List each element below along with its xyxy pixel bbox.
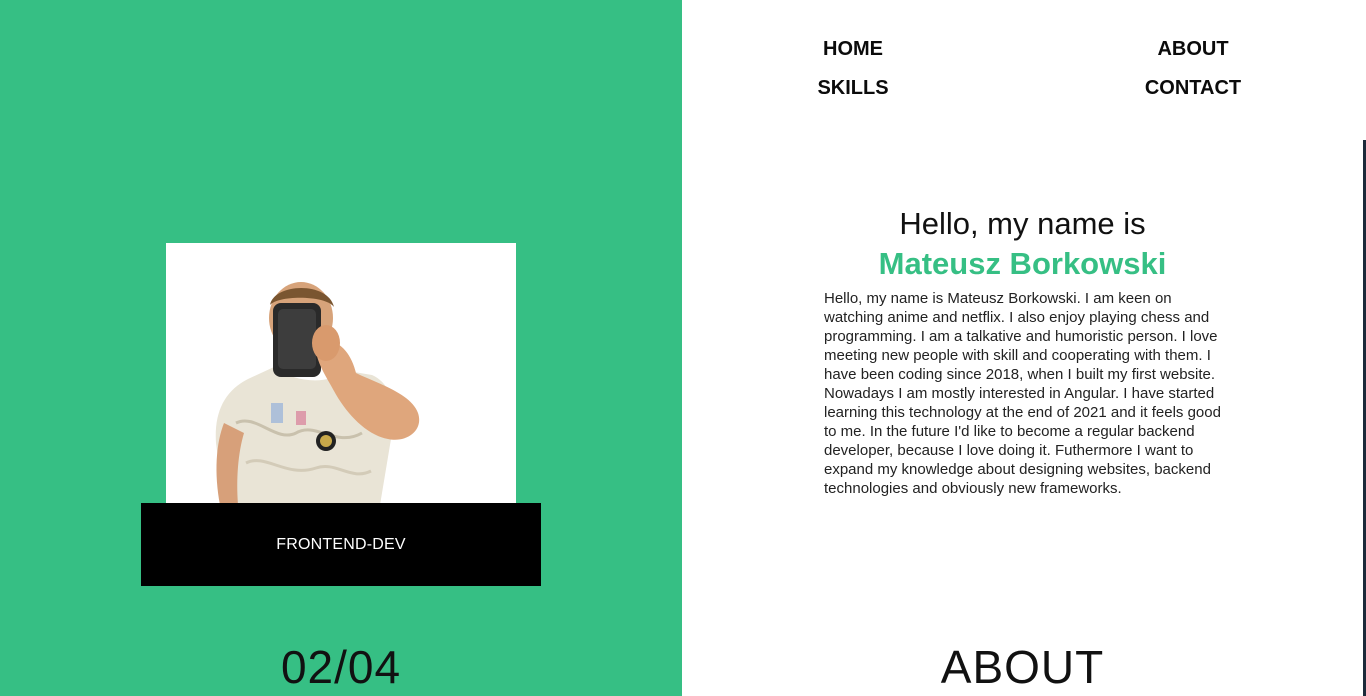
greeting-heading: Hello, my name is <box>899 206 1146 241</box>
left-panel: FRONTEND-DEV 02/04 <box>0 0 682 696</box>
slide-counter: 02/04 <box>280 641 402 693</box>
profile-photo <box>166 243 516 505</box>
nav-skills[interactable]: SKILLS <box>783 77 923 100</box>
bio-paragraph-1: Hello, my name is Mateusz Borkowski. I a… <box>824 290 1218 383</box>
role-banner: FRONTEND-DEV <box>141 503 541 586</box>
name-heading: Mateusz Borkowski <box>878 246 1167 281</box>
person-photo-illustration <box>215 282 420 505</box>
nav-home[interactable]: HOME <box>783 38 923 61</box>
nav-about[interactable]: ABOUT <box>1123 38 1263 61</box>
bio-paragraph-2: Nowadays I am mostly interested in Angul… <box>824 385 1221 497</box>
bio-text: Hello, my name is Mateusz Borkowski. I a… <box>824 289 1234 498</box>
section-title: ABOUT <box>940 641 1105 693</box>
nav-contact[interactable]: CONTACT <box>1123 77 1263 100</box>
page: FRONTEND-DEV 02/04 HOME ABOUT SKILLS CON… <box>0 0 1366 696</box>
role-label: FRONTEND-DEV <box>276 535 406 553</box>
